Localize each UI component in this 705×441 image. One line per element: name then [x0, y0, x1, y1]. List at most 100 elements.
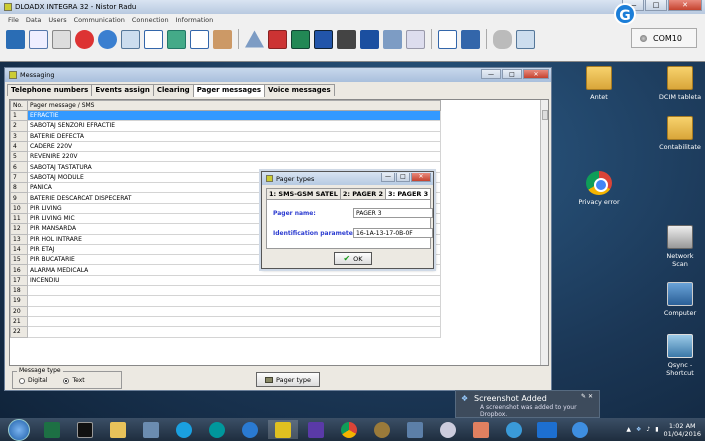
desktop-icon-privacy-error[interactable]: Privacy error [569, 171, 629, 206]
dropbox-tray-icon[interactable]: ❖ [636, 426, 641, 433]
table-row[interactable]: 21 [10, 315, 441, 328]
grid-icon[interactable] [438, 29, 457, 49]
table-row[interactable]: 4 CADERE 220V [10, 140, 441, 153]
desktop-icon-antet[interactable]: Antet [569, 66, 629, 101]
table-row[interactable]: 2 SABOTAJ SENZORI EFRACTIE [10, 120, 441, 132]
taskbar-app-box[interactable] [532, 420, 562, 439]
users-icon[interactable] [213, 29, 232, 49]
taskbar-app-save[interactable] [301, 420, 331, 439]
maximize-button[interactable]: □ [645, 0, 667, 11]
tab-pager-3[interactable]: 3: PAGER 3 [385, 188, 432, 199]
radio-digital[interactable]: Digital [19, 377, 47, 384]
message-cell[interactable] [27, 326, 441, 338]
desktop-icon-dcim[interactable]: DCIM tableta [650, 66, 705, 101]
tab-sms-gsm-satel[interactable]: 1: SMS-GSM SATEL [266, 188, 341, 199]
panel-icon[interactable] [121, 29, 140, 49]
taskbar-app-cmd[interactable] [70, 420, 100, 439]
dialog-minimize-button[interactable]: — [381, 173, 395, 182]
message-cell[interactable] [27, 305, 441, 317]
table-row[interactable]: 17 INCENDIU [10, 274, 441, 287]
clock[interactable]: 1:02 AM 01/04/2016 [664, 422, 701, 438]
menu-information[interactable]: Information [176, 16, 214, 24]
message-cell[interactable] [27, 295, 441, 307]
message-cell[interactable]: EFRACTIE [27, 109, 441, 122]
keypad-icon[interactable] [75, 29, 94, 49]
taskbar-app-chrome[interactable] [334, 420, 364, 439]
desktop-icon-contabilitate[interactable]: Contabilitate [650, 116, 705, 151]
calendar-icon[interactable] [167, 29, 186, 49]
stop-icon[interactable] [383, 29, 402, 49]
menu-connection[interactable]: Connection [132, 16, 169, 24]
scrollbar-thumb[interactable] [542, 110, 548, 120]
key-icon[interactable] [493, 29, 512, 49]
dropbox-notification[interactable]: ❖ ✎ ✕ Screenshot Added A screenshot was … [455, 390, 600, 418]
network-icon[interactable] [6, 29, 25, 49]
menu-users[interactable]: Users [48, 16, 66, 24]
tab-telephone-numbers[interactable]: Telephone numbers [7, 84, 93, 96]
desktop-icon-network-scan[interactable]: Network Scan [650, 225, 705, 268]
triangle-icon[interactable] [245, 30, 264, 48]
connect-icon[interactable] [406, 29, 425, 49]
start-button[interactable] [8, 418, 30, 441]
message-cell[interactable]: CADERE 220V [27, 140, 441, 153]
menu-communication[interactable]: Communication [74, 16, 125, 24]
pager-type-button[interactable]: Pager type [256, 372, 320, 387]
message-cell[interactable] [27, 285, 441, 297]
taskbar-app-ie2[interactable] [565, 420, 595, 439]
message-cell[interactable]: SABOTAJ SENZORI EFRACTIE [27, 120, 441, 132]
table-row[interactable]: 22 [10, 326, 441, 338]
checklist-icon[interactable] [29, 29, 48, 49]
message-cell[interactable]: BATERIE DEFECTA [27, 130, 441, 142]
monitor-icon[interactable] [360, 29, 379, 49]
camera-icon[interactable] [337, 29, 356, 49]
pager-name-input[interactable]: PAGER 3 [353, 208, 433, 218]
help-icon[interactable] [268, 29, 287, 49]
messaging-minimize-button[interactable]: — [481, 69, 501, 79]
com-port-indicator[interactable]: COM10 [631, 28, 697, 48]
messaging-maximize-button[interactable]: □ [502, 69, 522, 79]
taskbar-app-network[interactable] [136, 420, 166, 439]
table-row[interactable]: 18 [10, 285, 441, 297]
message-cell[interactable]: REVENIRE 220V [27, 151, 441, 163]
display-icon[interactable] [314, 29, 333, 49]
taskbar-app-explorer[interactable] [103, 420, 133, 439]
close-button[interactable]: ✕ [668, 0, 702, 11]
table-row[interactable]: 20 [10, 305, 441, 317]
radio-button-digital[interactable] [19, 377, 25, 384]
tab-events-assign[interactable]: Events assign [91, 84, 154, 96]
taskbar-app-monitor[interactable] [400, 420, 430, 439]
message-cell[interactable] [27, 315, 441, 328]
taskbar-app-tool[interactable] [367, 420, 397, 439]
taskbar-app-search[interactable] [433, 420, 463, 439]
taskbar-app-excel[interactable] [37, 420, 67, 439]
table-scrollbar[interactable] [540, 100, 548, 365]
menu-data[interactable]: Data [26, 16, 42, 24]
messaging-close-button[interactable]: ✕ [523, 69, 549, 79]
settings-icon[interactable] [516, 29, 535, 49]
desktop-icon-computer[interactable]: Computer [650, 282, 705, 317]
pin-icon[interactable]: ✎ ✕ [581, 393, 593, 400]
radio-button-text[interactable] [63, 377, 70, 384]
identification-parameters-input[interactable]: 16-1A-13-17-0B-0F [353, 228, 433, 238]
desktop-icon-qsync[interactable]: Qsync - Shortcut [650, 334, 705, 377]
tab-pager-2[interactable]: 2: PAGER 2 [339, 188, 387, 199]
dialog-close-button[interactable]: ✕ [411, 173, 431, 182]
table-row[interactable]: 5 REVENIRE 220V [10, 151, 441, 163]
table-row[interactable]: 3 BATERIE DEFECTA [10, 130, 441, 142]
tab-pager-messages[interactable]: Pager messages [192, 84, 266, 97]
screen-icon[interactable] [291, 29, 310, 49]
table-row[interactable]: 1 EFRACTIE [10, 109, 441, 122]
radio-text[interactable]: Text [63, 377, 85, 384]
tab-voice-messages[interactable]: Voice messages [264, 84, 335, 96]
volume-icon[interactable]: ♪ [646, 426, 650, 433]
taskbar-app-arduino[interactable] [202, 420, 232, 439]
network-tray-icon[interactable]: ▮ [655, 426, 658, 433]
taskbar-app-paint[interactable] [466, 420, 496, 439]
chat-icon[interactable] [144, 29, 163, 49]
taskbar-app-ie[interactable] [235, 420, 265, 439]
table-row[interactable]: 19 [10, 295, 441, 307]
taskbar-app-sync[interactable] [499, 420, 529, 439]
message-cell[interactable]: INCENDIU [27, 274, 441, 287]
clock-icon[interactable] [98, 29, 117, 49]
menu-file[interactable]: File [8, 16, 19, 24]
